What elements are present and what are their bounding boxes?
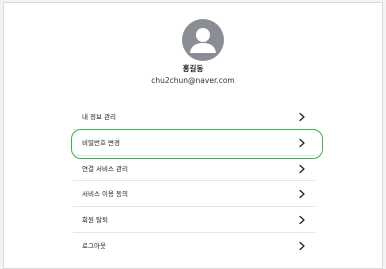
- menu-item-label: 비밀번호 변경: [82, 138, 120, 147]
- menu-item-connected-services[interactable]: 연결 서비스 관리: [73, 156, 315, 182]
- menu-item-label: 내 정보 관리: [82, 113, 117, 121]
- chevron-right-icon: [299, 138, 305, 147]
- menu-item-withdraw[interactable]: 회원 탈퇴: [73, 207, 315, 233]
- chevron-right-icon: [299, 216, 305, 225]
- menu-item-my-info[interactable]: 내 정보 관리: [73, 104, 315, 130]
- avatar-user-icon: [182, 19, 224, 61]
- chevron-right-icon: [299, 190, 305, 199]
- menu-item-logout[interactable]: 로그아웃: [73, 233, 315, 259]
- menu-item-service-consent[interactable]: 서비스 이용 동의: [73, 181, 315, 208]
- account-menu: 내 정보 관리 비밀번호 변경 연결 서비스 관리 서비스 이용 동의 회원 탈…: [73, 104, 315, 259]
- menu-item-label: 서비스 이용 동의: [82, 190, 128, 199]
- menu-item-label: 연결 서비스 관리: [82, 164, 128, 173]
- chevron-right-icon: [299, 241, 305, 251]
- chevron-right-icon: [299, 164, 305, 173]
- menu-item-change-password[interactable]: 비밀번호 변경: [73, 130, 315, 156]
- user-email: chu2chun@naver.com: [151, 76, 235, 85]
- chevron-right-icon: [299, 112, 305, 122]
- user-name: 홍길동: [182, 64, 204, 73]
- menu-item-label: 회원 탈퇴: [82, 216, 108, 225]
- menu-item-label: 로그아웃: [82, 241, 106, 250]
